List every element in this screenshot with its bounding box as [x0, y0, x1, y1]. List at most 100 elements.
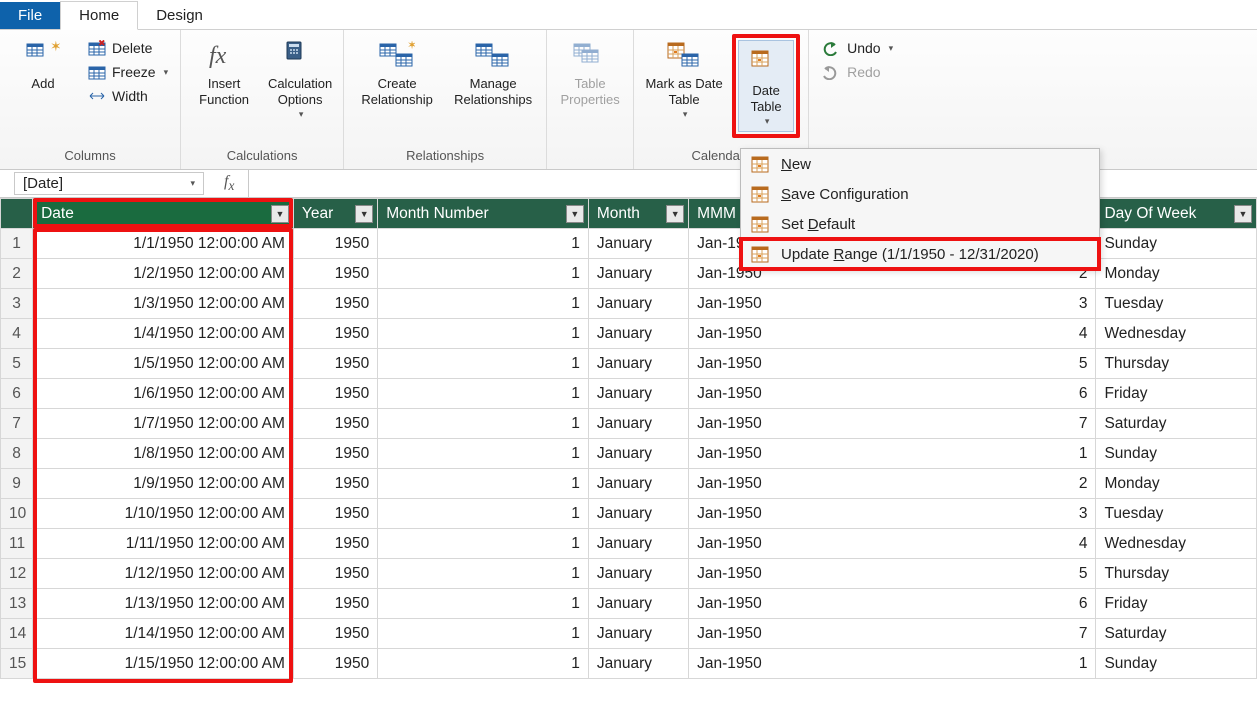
row-number[interactable]: 14: [1, 619, 33, 649]
cell-dow[interactable]: Sunday: [1096, 229, 1257, 259]
col-header-month[interactable]: Month▼: [588, 199, 688, 229]
row-number[interactable]: 15: [1, 649, 33, 679]
cell-mmm[interactable]: Jan-19507: [689, 619, 1096, 649]
cell-date[interactable]: 1/2/1950 12:00:00 AM: [33, 259, 294, 289]
row-number[interactable]: 1: [1, 229, 33, 259]
cell-dow[interactable]: Friday: [1096, 589, 1257, 619]
cell-date[interactable]: 1/9/1950 12:00:00 AM: [33, 469, 294, 499]
cell-month[interactable]: January: [588, 289, 688, 319]
delete-column-button[interactable]: ✖Delete: [84, 38, 172, 58]
cell-month-number[interactable]: 1: [378, 469, 589, 499]
cell-year[interactable]: 1950: [293, 469, 377, 499]
cell-month[interactable]: January: [588, 589, 688, 619]
fx-icon[interactable]: fx: [210, 173, 248, 194]
row-number[interactable]: 10: [1, 499, 33, 529]
cell-month-number[interactable]: 1: [378, 379, 589, 409]
cell-month-number[interactable]: 1: [378, 289, 589, 319]
cell-mmm[interactable]: Jan-19505: [689, 349, 1096, 379]
menu-new[interactable]: New: [741, 149, 1099, 179]
cell-dow[interactable]: Thursday: [1096, 349, 1257, 379]
mark-date-table-button[interactable]: Mark as Date Table: [642, 34, 726, 124]
row-number[interactable]: 7: [1, 409, 33, 439]
cell-dow[interactable]: Thursday: [1096, 559, 1257, 589]
cell-month-number[interactable]: 1: [378, 559, 589, 589]
cell-month[interactable]: January: [588, 649, 688, 679]
cell-year[interactable]: 1950: [293, 289, 377, 319]
cell-dow[interactable]: Tuesday: [1096, 499, 1257, 529]
row-number[interactable]: 6: [1, 379, 33, 409]
cell-dow[interactable]: Friday: [1096, 379, 1257, 409]
row-number[interactable]: 3: [1, 289, 33, 319]
cell-month-number[interactable]: 1: [378, 529, 589, 559]
cell-year[interactable]: 1950: [293, 439, 377, 469]
menu-set-default[interactable]: Set Default: [741, 209, 1099, 239]
cell-year[interactable]: 1950: [293, 649, 377, 679]
col-header-dow[interactable]: Day Of Week▼: [1096, 199, 1257, 229]
tab-home[interactable]: Home: [60, 1, 138, 30]
cell-dow[interactable]: Sunday: [1096, 649, 1257, 679]
cell-date[interactable]: 1/3/1950 12:00:00 AM: [33, 289, 294, 319]
cell-month[interactable]: January: [588, 259, 688, 289]
cell-mmm[interactable]: Jan-19502: [689, 469, 1096, 499]
cell-year[interactable]: 1950: [293, 559, 377, 589]
cell-mmm[interactable]: Jan-19503: [689, 499, 1096, 529]
cell-month-number[interactable]: 1: [378, 499, 589, 529]
cell-dow[interactable]: Sunday: [1096, 439, 1257, 469]
row-number[interactable]: 2: [1, 259, 33, 289]
undo-button[interactable]: Undo: [817, 38, 897, 58]
menu-save-config[interactable]: Save Configuration: [741, 179, 1099, 209]
menu-update-range[interactable]: Update Range (1/1/1950 - 12/31/2020): [741, 239, 1099, 269]
cell-date[interactable]: 1/1/1950 12:00:00 AM: [33, 229, 294, 259]
cell-month-number[interactable]: 1: [378, 259, 589, 289]
cell-month[interactable]: January: [588, 409, 688, 439]
cell-month[interactable]: January: [588, 529, 688, 559]
cell-month-number[interactable]: 1: [378, 349, 589, 379]
cell-date[interactable]: 1/15/1950 12:00:00 AM: [33, 649, 294, 679]
cell-year[interactable]: 1950: [293, 349, 377, 379]
cell-mmm[interactable]: Jan-19504: [689, 319, 1096, 349]
row-number[interactable]: 5: [1, 349, 33, 379]
cell-mmm[interactable]: Jan-19501: [689, 439, 1096, 469]
cell-month[interactable]: January: [588, 349, 688, 379]
filter-icon[interactable]: ▼: [355, 205, 373, 223]
cell-year[interactable]: 1950: [293, 379, 377, 409]
filter-icon[interactable]: ▼: [666, 205, 684, 223]
row-number[interactable]: 8: [1, 439, 33, 469]
cell-year[interactable]: 1950: [293, 259, 377, 289]
name-box[interactable]: [Date]: [14, 172, 204, 195]
filter-icon[interactable]: ▼: [1234, 205, 1252, 223]
cell-mmm[interactable]: Jan-19504: [689, 529, 1096, 559]
cell-year[interactable]: 1950: [293, 409, 377, 439]
cell-month-number[interactable]: 1: [378, 229, 589, 259]
cell-month[interactable]: January: [588, 439, 688, 469]
cell-date[interactable]: 1/14/1950 12:00:00 AM: [33, 619, 294, 649]
calc-options-button[interactable]: Calculation Options: [265, 34, 335, 124]
add-column-button[interactable]: ✶ Add: [8, 34, 78, 96]
col-header-month-number[interactable]: Month Number▼: [378, 199, 589, 229]
tab-design[interactable]: Design: [138, 2, 221, 29]
cell-date[interactable]: 1/6/1950 12:00:00 AM: [33, 379, 294, 409]
row-number[interactable]: 9: [1, 469, 33, 499]
cell-dow[interactable]: Wednesday: [1096, 529, 1257, 559]
cell-year[interactable]: 1950: [293, 529, 377, 559]
cell-month[interactable]: January: [588, 319, 688, 349]
col-header-year[interactable]: Year▼: [293, 199, 377, 229]
cell-month[interactable]: January: [588, 559, 688, 589]
cell-dow[interactable]: Saturday: [1096, 409, 1257, 439]
row-number[interactable]: 11: [1, 529, 33, 559]
cell-mmm[interactable]: Jan-19506: [689, 589, 1096, 619]
cell-date[interactable]: 1/4/1950 12:00:00 AM: [33, 319, 294, 349]
cell-dow[interactable]: Tuesday: [1096, 289, 1257, 319]
manage-relationships-button[interactable]: Manage Relationships: [448, 34, 538, 111]
tab-file[interactable]: File: [0, 2, 60, 29]
cell-mmm[interactable]: Jan-19505: [689, 559, 1096, 589]
cell-date[interactable]: 1/12/1950 12:00:00 AM: [33, 559, 294, 589]
cell-year[interactable]: 1950: [293, 619, 377, 649]
cell-mmm[interactable]: Jan-19506: [689, 379, 1096, 409]
insert-function-button[interactable]: fx Insert Function: [189, 34, 259, 111]
width-column-button[interactable]: Width: [84, 86, 172, 106]
cell-month-number[interactable]: 1: [378, 649, 589, 679]
cell-mmm[interactable]: Jan-19507: [689, 409, 1096, 439]
cell-month-number[interactable]: 1: [378, 589, 589, 619]
cell-dow[interactable]: Monday: [1096, 469, 1257, 499]
